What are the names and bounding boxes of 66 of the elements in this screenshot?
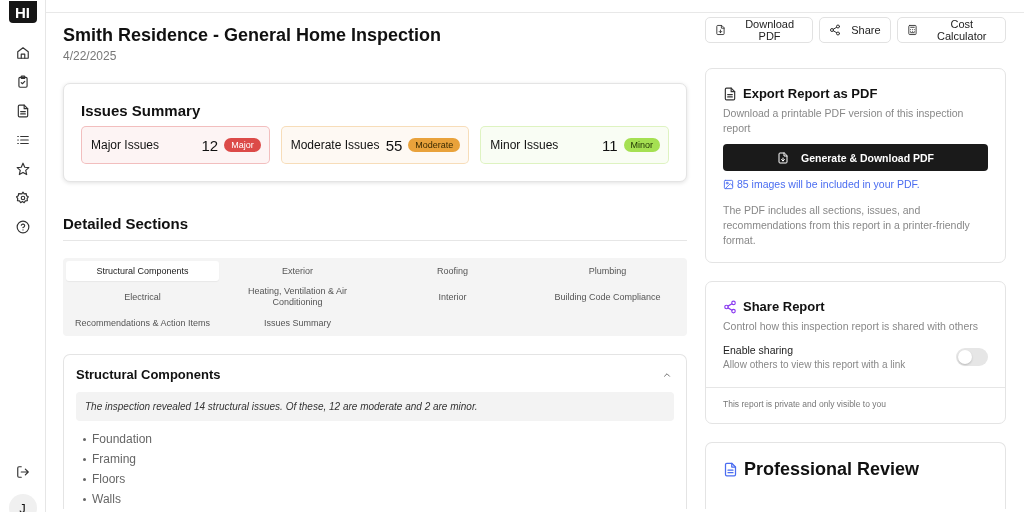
issue-count: 12 (201, 136, 219, 154)
list-item: Framing (92, 452, 136, 466)
star-icon[interactable] (15, 162, 30, 176)
severity-badge: Minor (623, 138, 660, 152)
images-note: 85 images will be included in your PDF. (737, 178, 920, 190)
list-icon[interactable] (15, 133, 30, 147)
toggle-label: Enable sharing (723, 344, 795, 356)
bullet-icon (83, 477, 86, 481)
document-icon (723, 462, 738, 477)
generate-pdf-button[interactable]: Generate & Download PDF (723, 144, 988, 171)
section-tab[interactable]: Recommendations & Action Items (66, 313, 219, 333)
issue-label: Moderate Issues (290, 138, 381, 152)
share-button[interactable]: Share (819, 17, 891, 43)
document-icon (723, 86, 737, 101)
bullet-icon (83, 457, 86, 461)
card-footnote: The PDF includes all sections, issues, and recommendations from this report in a printer-friendly format. (723, 203, 971, 248)
bullet-icon (83, 497, 86, 501)
home-icon[interactable] (15, 46, 30, 60)
issue-count: 55 (385, 136, 403, 154)
download-icon (715, 24, 726, 36)
section-tab[interactable]: Plumbing (531, 261, 684, 281)
page-title: Smith Residence - General Home Inspection (63, 25, 443, 46)
list-item: Foundation (92, 432, 153, 446)
card-title: Export Report as PDF (743, 86, 878, 101)
download-button[interactable]: Download PDF (705, 17, 814, 43)
issue-count: 11 (601, 136, 618, 154)
section-tab[interactable]: Exterior (221, 261, 374, 281)
logout-icon[interactable] (15, 465, 30, 479)
document-icon[interactable] (15, 104, 30, 118)
section-tab[interactable]: Issues Summary (221, 313, 374, 333)
toggle-hint: Allow others to view this report with a link (723, 359, 907, 370)
calculator-button[interactable]: Cost Calculator (896, 17, 1006, 43)
card-title: Share Report (743, 299, 825, 314)
section-summary: The inspection revealed 14 structural issues. Of these, 12 are moderate and 2 are minor. (76, 392, 674, 421)
section-title: Structural Components (76, 367, 221, 382)
help-icon[interactable] (15, 220, 30, 234)
section-tab[interactable]: Heating, Ventilation & Air Conditioning (221, 284, 374, 310)
share-icon (829, 24, 842, 36)
card-title: Issues Summary (81, 102, 202, 119)
severity-badge: Moderate (408, 138, 461, 152)
section-heading: Detailed Sections (63, 215, 687, 241)
card-title: Professional Review (744, 459, 920, 480)
issue-label: Minor Issues (490, 138, 560, 152)
image-icon (723, 178, 734, 190)
section-tab[interactable]: Interior (376, 284, 529, 310)
sharing-toggle[interactable] (956, 348, 988, 366)
severity-badge: Major (224, 138, 261, 152)
section-tab[interactable]: Electrical (66, 284, 219, 310)
section-tab[interactable]: Roofing (376, 261, 529, 281)
bullet-icon (83, 437, 86, 441)
clipboard-check-icon[interactable] (15, 75, 30, 89)
inspection-date: 4/22/2025 (63, 49, 118, 63)
user-avatar[interactable]: J (8, 494, 37, 512)
list-item: Floors (92, 472, 126, 486)
section-tab[interactable]: Structural Components (66, 261, 219, 281)
issue-label: Major Issues (91, 138, 161, 152)
card-description: Control how this inspection report is shared with others (723, 319, 980, 334)
list-item: Walls (92, 492, 121, 506)
card-description: Download a printable PDF version of this inspection report (723, 106, 965, 136)
share-icon (723, 299, 737, 314)
section-tab[interactable]: Building Code Compliance (531, 284, 684, 310)
file-download-icon (777, 151, 789, 164)
settings-icon[interactable] (15, 191, 30, 205)
privacy-note: This report is private and only visible to you (706, 387, 1005, 423)
app-logo[interactable]: HI (8, 1, 37, 23)
calculator-icon (906, 24, 918, 36)
